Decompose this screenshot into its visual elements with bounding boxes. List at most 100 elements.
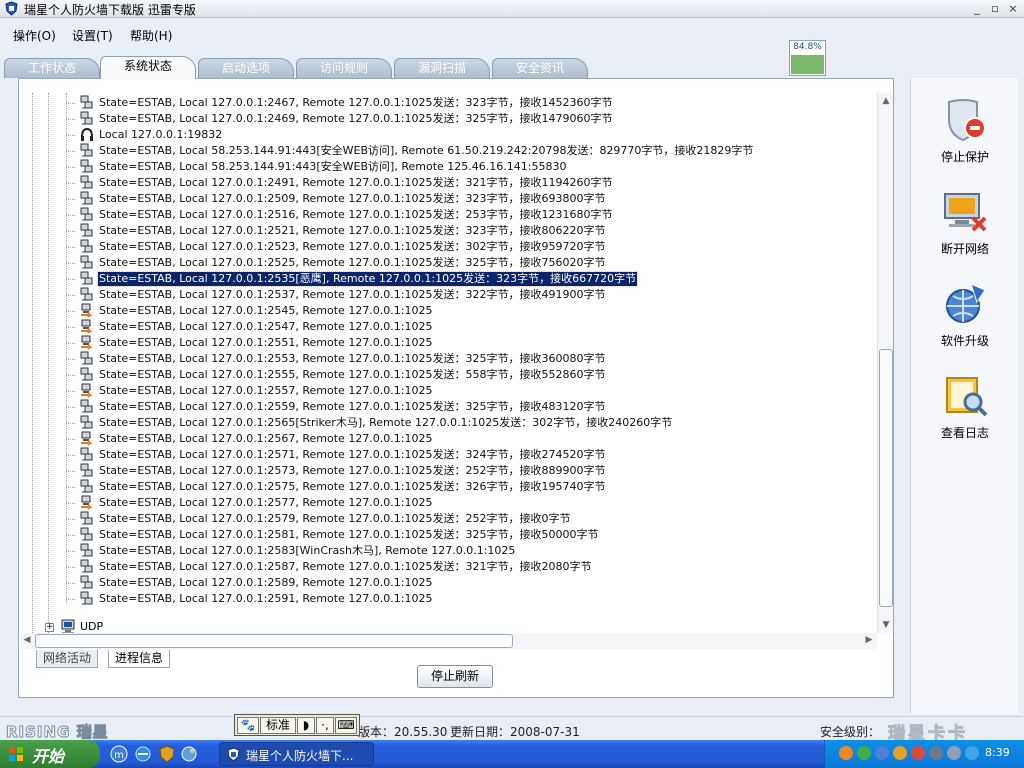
tab-system-status[interactable]: 系统状态 [100, 56, 196, 79]
scroll-right-icon[interactable]: ▶ [863, 635, 875, 647]
connection-row[interactable]: State=ESTAB, Local 127.0.0.1:2509, Remot… [66, 191, 867, 207]
tree-branch-line [66, 231, 75, 232]
tree-branch-line [66, 183, 75, 184]
listening-port-icon [79, 127, 95, 143]
tree-node-udp[interactable]: + UDP [43, 619, 243, 633]
scroll-left-icon[interactable]: ◀ [21, 635, 33, 647]
connection-row[interactable]: State=ESTAB, Local 127.0.0.1:2523, Remot… [66, 239, 867, 255]
vertical-scroll-thumb[interactable] [879, 349, 893, 607]
browser-icon[interactable] [180, 745, 198, 763]
connection-row[interactable]: State=ESTAB, Local 127.0.0.1:2583[WinCra… [66, 543, 867, 559]
connection-row[interactable]: State=ESTAB, Local 127.0.0.1:2516, Remot… [66, 207, 867, 223]
subtab-network-activity[interactable]: 网络活动 [36, 650, 99, 668]
tray-network-icon[interactable] [875, 746, 889, 760]
view-log-button[interactable]: 查看日志 [911, 372, 1019, 452]
tree-guide-line [32, 93, 33, 633]
vertical-scrollbar[interactable]: ▲ ▼ [877, 93, 893, 633]
menu-settings[interactable]: 设置(T) [72, 27, 113, 44]
connection-row[interactable]: State=ESTAB, Local 127.0.0.1:2491, Remot… [66, 175, 867, 191]
connection-row[interactable]: State=ESTAB, Local 127.0.0.1:2581, Remot… [66, 527, 867, 543]
tree-branch-line [66, 199, 75, 200]
connection-row[interactable]: State=ESTAB, Local 127.0.0.1:2565[Strike… [66, 415, 867, 431]
security-app-icon[interactable] [158, 745, 176, 763]
tab-access-rules[interactable]: 访问规则 [296, 58, 392, 78]
tree-branch-line [66, 375, 75, 376]
connection-row[interactable]: State=ESTAB, Local 127.0.0.1:2525, Remot… [66, 255, 867, 271]
connection-row[interactable]: State=ESTAB, Local 127.0.0.1:2571, Remot… [66, 447, 867, 463]
title-bar[interactable]: 瑞星个人防火墙下载版 迅雷专版 _ ▫ × [0, 0, 1024, 18]
ime-logo-icon[interactable]: 🐾 [237, 717, 259, 734]
tree-branch-line [66, 551, 75, 552]
subtab-process-info[interactable]: 进程信息 [108, 650, 171, 668]
connection-row[interactable]: State=ESTAB, Local 127.0.0.1:2567, Remot… [66, 431, 867, 447]
stop-protection-label: 停止保护 [940, 150, 989, 164]
ime-mode-button[interactable]: 标准 [260, 717, 296, 734]
ime-halfwidth-icon[interactable]: ◗ [297, 717, 315, 734]
connection-row[interactable]: State=ESTAB, Local 127.0.0.1:2555, Remot… [66, 367, 867, 383]
clock: 8:39 [985, 746, 1010, 759]
connection-row[interactable]: State=ESTAB, Local 127.0.0.1:2579, Remot… [66, 511, 867, 527]
connection-row[interactable]: State=ESTAB, Local 127.0.0.1:2591, Remot… [66, 591, 867, 607]
tree-branch-line [66, 487, 75, 488]
outgoing-connection-icon [79, 431, 95, 447]
tree-branch-line [66, 423, 75, 424]
connection-row[interactable]: State=ESTAB, Local 127.0.0.1:2521, Remot… [66, 223, 867, 239]
ime-keyboard-icon[interactable]: ⌨ [335, 717, 357, 734]
connection-row[interactable]: State=ESTAB, Local 127.0.0.1:2577, Remot… [66, 495, 867, 511]
ime-punctuation-icon[interactable]: ·, [316, 717, 334, 734]
selected-connection-row[interactable]: State=ESTAB, Local 127.0.0.1:2535[恶鹰], R… [66, 271, 867, 287]
connection-row[interactable]: State=ESTAB, Local 127.0.0.1:2467, Remot… [66, 95, 867, 111]
connection-row[interactable]: State=ESTAB, Local 127.0.0.1:2469, Remot… [66, 111, 867, 127]
close-button[interactable]: × [1006, 2, 1020, 16]
tray-firewall-icon[interactable] [965, 746, 979, 760]
horizontal-scroll-thumb[interactable] [35, 634, 513, 648]
connection-row[interactable]: State=ESTAB, Local 127.0.0.1:2557, Remot… [66, 383, 867, 399]
connection-row[interactable]: State=ESTAB, Local 127.0.0.1:2545, Remot… [66, 303, 867, 319]
connection-row[interactable]: State=ESTAB, Local 127.0.0.1:2537, Remot… [66, 287, 867, 303]
taskbar-item-firewall[interactable]: 瑞星个人防火墙下... [219, 742, 374, 766]
tray-update-icon[interactable] [947, 746, 961, 760]
menu-help[interactable]: 帮助(H) [130, 27, 172, 44]
tray-qq-icon[interactable] [839, 746, 853, 760]
connection-row[interactable]: State=ESTAB, Local 127.0.0.1:2587, Remot… [66, 559, 867, 575]
tab-startup-options[interactable]: 启动选项 [198, 58, 294, 78]
connection-row[interactable]: State=ESTAB, Local 127.0.0.1:2559, Remot… [66, 399, 867, 415]
connection-text: State=ESTAB, Local 127.0.0.1:2509, Remot… [99, 192, 606, 205]
tab-security-news[interactable]: 安全资讯 [492, 58, 588, 78]
connection-tree[interactable]: State=ESTAB, Local 127.0.0.1:2467, Remot… [19, 93, 877, 633]
maximize-button[interactable]: ▫ [988, 2, 1002, 16]
connection-row[interactable]: State=ESTAB, Local 58.253.144.91:443[安全W… [66, 143, 867, 159]
connection-text: State=ESTAB, Local 127.0.0.1:2469, Remot… [99, 112, 613, 125]
stop-refresh-button[interactable]: 停止刷新 [417, 665, 493, 688]
internet-explorer-icon[interactable] [134, 745, 152, 763]
scroll-up-icon[interactable]: ▲ [880, 95, 892, 107]
connection-row[interactable]: State=ESTAB, Local 127.0.0.1:2553, Remot… [66, 351, 867, 367]
tray-antivirus-icon[interactable] [911, 746, 925, 760]
software-upgrade-button[interactable]: 软件升级 [911, 280, 1019, 360]
connection-icon [79, 479, 95, 495]
connection-row[interactable]: State=ESTAB, Local 127.0.0.1:2573, Remot… [66, 463, 867, 479]
connection-row[interactable]: State=ESTAB, Local 127.0.0.1:2547, Remot… [66, 319, 867, 335]
connection-text: State=ESTAB, Local 127.0.0.1:2583[WinCra… [99, 544, 516, 557]
tray-volume-icon[interactable] [929, 746, 943, 760]
menu-operation[interactable]: 操作(O) [13, 27, 56, 44]
disconnect-network-button[interactable]: 断开网络 [911, 188, 1019, 268]
messenger-icon[interactable]: m [110, 745, 128, 763]
tray-messenger-icon[interactable] [857, 746, 871, 760]
tab-work-status[interactable]: 工作状态 [4, 58, 100, 78]
connection-row[interactable]: State=ESTAB, Local 127.0.0.1:2589, Remot… [66, 575, 867, 591]
horizontal-scrollbar[interactable]: ◀ ▶ [21, 633, 877, 649]
scroll-down-icon[interactable]: ▼ [880, 619, 892, 631]
connection-row[interactable]: State=ESTAB, Local 127.0.0.1:2575, Remot… [66, 479, 867, 495]
start-button[interactable]: 开始 [0, 740, 100, 768]
tray-security-icon[interactable] [893, 746, 907, 760]
tab-vulnerability-scan[interactable]: 漏洞扫描 [394, 58, 490, 78]
connection-row[interactable]: Local 127.0.0.1:19832 [66, 127, 867, 143]
stop-protection-button[interactable]: 停止保护 [911, 96, 1019, 176]
connection-text: State=ESTAB, Local 127.0.0.1:2555, Remot… [99, 368, 606, 381]
expand-icon[interactable]: + [45, 623, 54, 632]
outgoing-connection-icon [79, 319, 95, 335]
connection-row[interactable]: State=ESTAB, Local 58.253.144.91:443[安全W… [66, 159, 867, 175]
connection-row[interactable]: State=ESTAB, Local 127.0.0.1:2551, Remot… [66, 335, 867, 351]
minimize-button[interactable]: _ [970, 2, 984, 16]
